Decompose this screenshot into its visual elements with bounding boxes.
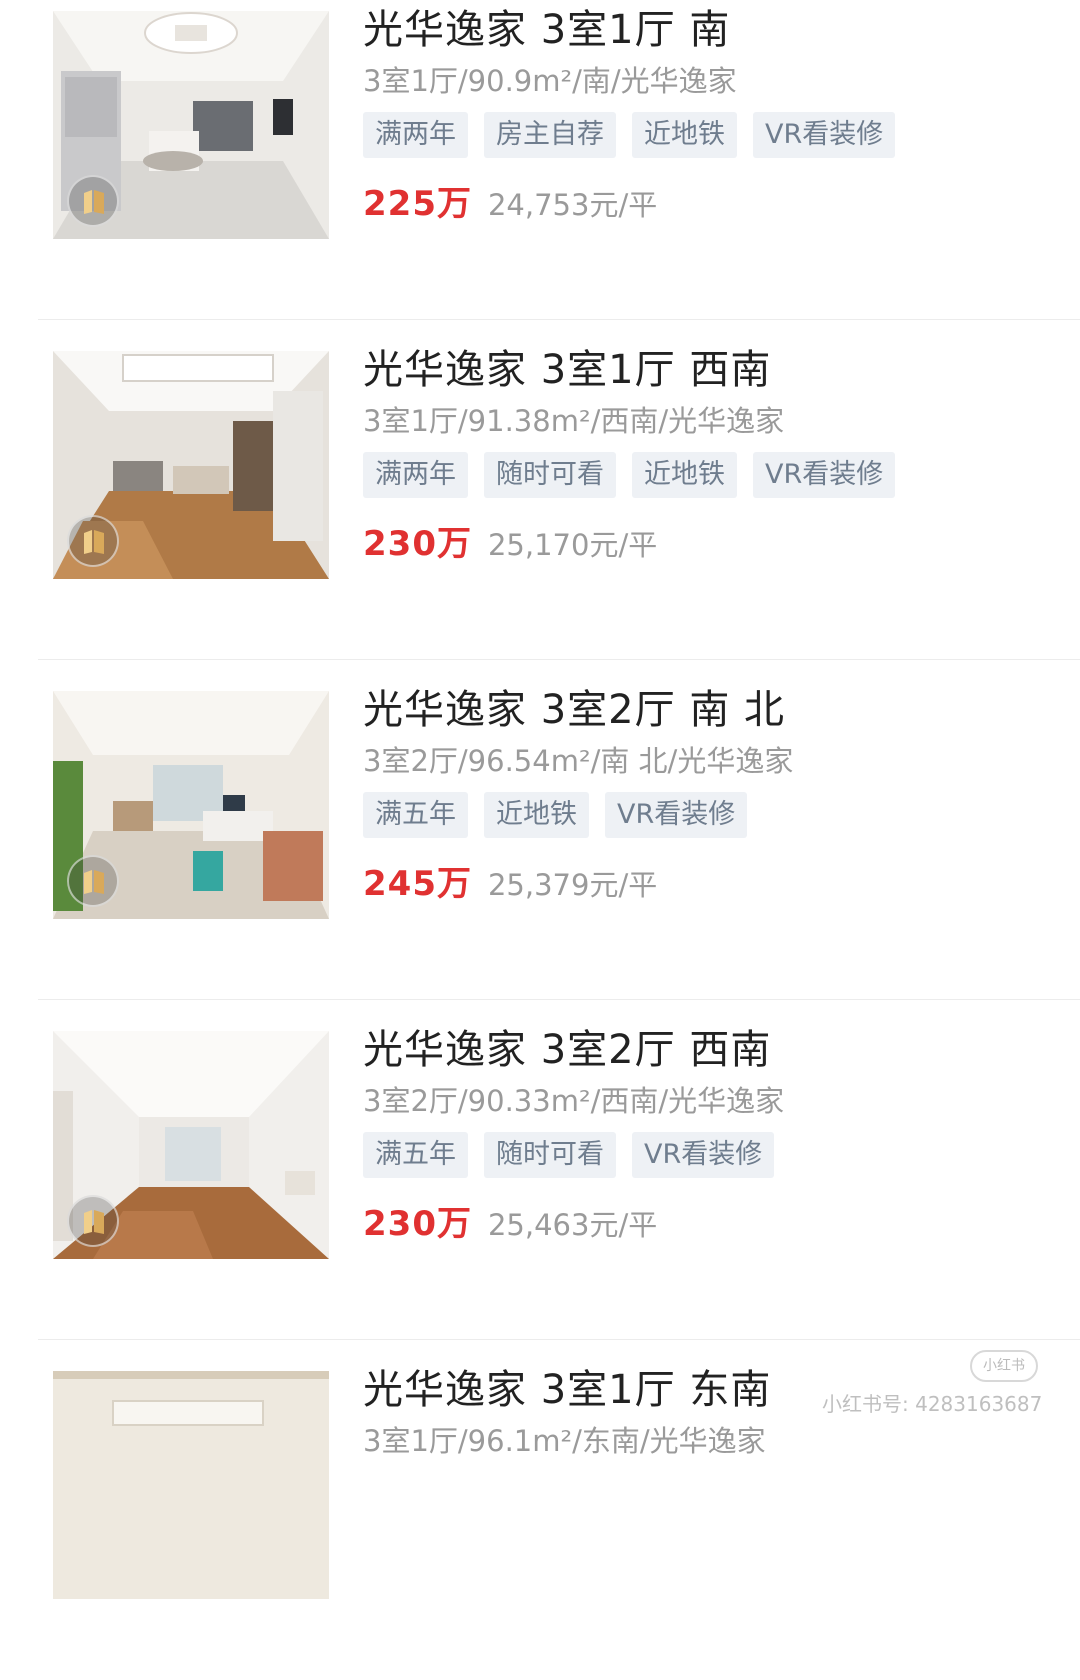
price-row: 230万 25,463元/平 (363, 1196, 1060, 1248)
listing-meta: 3室1厅/96.1m²/东南/光华逸家 (363, 1424, 766, 1458)
listing-card[interactable]: 光华逸家 3室1厅 南 3室1厅/90.9m²/南/光华逸家 满两年 房主自荐 … (0, 0, 1080, 320)
tag: 随时可看 (484, 1132, 616, 1178)
listing-photo[interactable] (53, 351, 329, 579)
listing-info: 光华逸家 3室2厅 西南 3室2厅/90.33m²/西南/光华逸家 满五年 随时… (363, 1022, 1060, 1248)
total-price: 230万 (363, 524, 472, 564)
total-price: 230万 (363, 1204, 472, 1244)
tag: 近地铁 (632, 452, 737, 498)
unit-price: 25,379元/平 (487, 868, 658, 902)
vr-icon (84, 190, 104, 214)
listing-photo[interactable] (53, 1031, 329, 1259)
listing-tags: 满五年 随时可看 VR看装修 (363, 1132, 1060, 1178)
listing-card[interactable]: 光华逸家 3室2厅 南 北 3室2厅/96.54m²/南 北/光华逸家 满五年 … (0, 660, 1080, 1000)
total-price: 225万 (363, 184, 472, 224)
tag: 满两年 (363, 112, 468, 158)
listing-card[interactable]: 光华逸家 3室1厅 西南 3室1厅/91.38m²/西南/光华逸家 满两年 随时… (0, 320, 1080, 660)
listing-tags: 满两年 房主自荐 近地铁 VR看装修 (363, 112, 1060, 158)
listing-tags: 满两年 随时可看 近地铁 VR看装修 (363, 452, 1060, 498)
tag: 房主自荐 (484, 112, 616, 158)
unit-price: 25,463元/平 (487, 1208, 658, 1242)
listing-card[interactable]: 光华逸家 3室2厅 西南 3室2厅/90.33m²/西南/光华逸家 满五年 随时… (0, 1000, 1080, 1340)
listing-list: 光华逸家 3室1厅 南 3室1厅/90.9m²/南/光华逸家 满两年 房主自荐 … (0, 0, 1080, 1680)
listing-info: 光华逸家 3室2厅 南 北 3室2厅/96.54m²/南 北/光华逸家 满五年 … (363, 682, 1060, 908)
vr-badge (67, 855, 119, 907)
price-row: 225万 24,753元/平 (363, 176, 1060, 228)
vr-badge (67, 175, 119, 227)
vr-badge (67, 515, 119, 567)
price-row: 245万 25,379元/平 (363, 856, 1060, 908)
listing-tags: 满五年 近地铁 VR看装修 (363, 792, 1060, 838)
tag: 近地铁 (484, 792, 589, 838)
vr-icon (84, 870, 104, 894)
listing-photo[interactable] (53, 1371, 329, 1599)
tag: 满五年 (363, 1132, 468, 1178)
listing-meta: 3室2厅/96.54m²/南 北/光华逸家 (363, 744, 794, 778)
price-row: 230万 25,170元/平 (363, 516, 1060, 568)
tag: 近地铁 (632, 112, 737, 158)
tag: 满五年 (363, 792, 468, 838)
room-photo (53, 1371, 329, 1599)
listing-meta: 3室1厅/91.38m²/西南/光华逸家 (363, 404, 785, 438)
tag: VR看装修 (605, 792, 748, 838)
vr-icon (84, 1210, 104, 1234)
unit-price: 24,753元/平 (487, 188, 658, 222)
listing-photo[interactable] (53, 691, 329, 919)
listing-info: 光华逸家 3室1厅 西南 3室1厅/91.38m²/西南/光华逸家 满两年 随时… (363, 342, 1060, 568)
xiaohongshu-logo: 小红书 (970, 1350, 1038, 1382)
listing-title[interactable]: 光华逸家 3室1厅 南 (363, 2, 1060, 58)
listing-title[interactable]: 光华逸家 3室2厅 西南 (363, 1022, 1060, 1078)
vr-icon (84, 530, 104, 554)
tag: VR看装修 (753, 452, 896, 498)
listing-title[interactable]: 光华逸家 3室2厅 南 北 (363, 682, 1060, 738)
listing-meta: 3室2厅/90.33m²/西南/光华逸家 (363, 1084, 785, 1118)
tag: 满两年 (363, 452, 468, 498)
total-price: 245万 (363, 864, 472, 904)
watermark: 小红书号: 4283163687 (822, 1392, 1043, 1416)
listing-photo[interactable] (53, 11, 329, 239)
listing-info: 光华逸家 3室1厅 南 3室1厅/90.9m²/南/光华逸家 满两年 房主自荐 … (363, 2, 1060, 228)
vr-badge (67, 1195, 119, 1247)
unit-price: 25,170元/平 (487, 528, 658, 562)
tag: VR看装修 (753, 112, 896, 158)
listing-meta: 3室1厅/90.9m²/南/光华逸家 (363, 64, 737, 98)
tag: 随时可看 (484, 452, 616, 498)
tag: VR看装修 (632, 1132, 775, 1178)
listing-title[interactable]: 光华逸家 3室1厅 西南 (363, 342, 1060, 398)
